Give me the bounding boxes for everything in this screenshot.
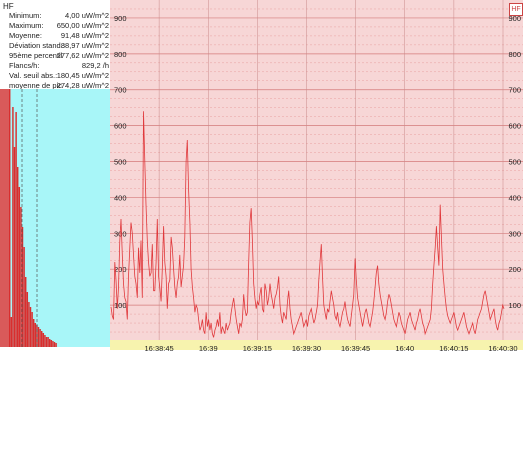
y-tick-labels-right: 100200300400500600700800900 (508, 14, 521, 310)
y-tick-label: 800 (508, 50, 521, 59)
y-tick-label: 800 (114, 50, 127, 59)
stat-label: Moyenne: (9, 31, 42, 40)
y-tick-label: 600 (508, 122, 521, 131)
histogram-panel[interactable] (0, 89, 110, 347)
histogram-bar (55, 343, 57, 347)
stat-value: 91,48 uW/m^2 (60, 31, 109, 40)
y-tick-label: 600 (114, 122, 127, 131)
histogram-bar (44, 335, 46, 347)
histogram-left-strip (0, 89, 9, 347)
histogram-bar (42, 333, 45, 347)
x-tick-label: 16:39 (199, 344, 218, 353)
hf-badge[interactable]: HF (509, 3, 523, 16)
histogram-bar (10, 317, 13, 347)
histogram-bar (20, 207, 22, 347)
histogram-bar (25, 277, 27, 347)
y-tick-label: 700 (508, 86, 521, 95)
y-tick-label: 400 (114, 193, 127, 202)
histogram-bar (29, 307, 32, 347)
hf-time-chart[interactable]: 100 200 300 400 500 600 700 800 900 100 200 300 400… (110, 0, 523, 350)
y-tick-label: 200 (508, 265, 521, 274)
histogram-bar (37, 327, 40, 347)
stat-label: Déviation stand.: (9, 41, 65, 50)
histogram-bar (45, 337, 48, 347)
histogram-bar (33, 319, 35, 347)
y-tick-label: 400 (508, 193, 521, 202)
panel-title: HF (3, 2, 14, 11)
histogram-bar (53, 342, 56, 347)
y-tick-labels-left: 100200300400500600700800900 (114, 14, 127, 310)
histogram-bar (9, 89, 11, 347)
stat-std-dev: Déviation stand.: 88,97 uW/m^2 (9, 41, 109, 51)
stat-value: 277,62 uW/m^2 (56, 51, 109, 60)
stat-95th-percentile: 95ème percentil 277,62 uW/m^2 (9, 51, 109, 61)
histogram-bar (26, 292, 29, 347)
x-tick-label: 16:40 (395, 344, 414, 353)
y-tick-label: 100 (114, 301, 127, 310)
x-tick-label: 16:38:45 (145, 344, 174, 353)
stat-value: 829,2 /h (81, 61, 109, 70)
x-tick-label: 16:39:30 (292, 344, 321, 353)
histogram-bar (31, 312, 33, 347)
histogram-bar (18, 187, 21, 347)
histogram-bar (12, 107, 14, 347)
x-tick-label: 16:40:30 (488, 344, 517, 353)
stat-threshold: Val. seuil abs.: 180,45 uW/m^2 (9, 71, 109, 81)
y-tick-label: 700 (114, 86, 127, 95)
stat-label: Flancs/h: (9, 61, 40, 70)
y-tick-label: 100 (508, 301, 521, 310)
histogram-bar (15, 112, 17, 347)
time-axis-bar: 16:38:45 16:39 16:39:15 16:39:30 16:39:45 16:… (110, 340, 523, 353)
histogram-bar (28, 302, 30, 347)
histogram-bar (47, 337, 49, 347)
y-tick-label: 300 (508, 229, 521, 238)
histogram-bar (23, 247, 25, 347)
histogram-bar (50, 340, 53, 347)
y-tick-label: 900 (114, 14, 127, 23)
histogram-bar (39, 329, 41, 347)
histogram-svg (9, 89, 57, 347)
stat-mean: Moyenne: 91,48 uW/m^2 (9, 31, 109, 41)
histogram-bar (52, 341, 54, 347)
histogram-bar (17, 167, 19, 347)
histogram-bar (13, 147, 16, 347)
y-tick-label: 500 (508, 158, 521, 167)
hf-analysis-view: 100 200 300 400 500 600 700 800 900 100 200 300 400… (0, 0, 523, 353)
stat-edges-per-hour: Flancs/h: 829,2 /h (9, 61, 109, 71)
histogram-bar (49, 339, 51, 347)
stat-label: Val. seuil abs.: (9, 71, 58, 80)
x-tick-label: 16:40:15 (439, 344, 468, 353)
stat-value: 4,00 uW/m^2 (65, 11, 109, 20)
stat-value: 180,45 uW/m^2 (56, 71, 109, 80)
stat-label: Minimum: (9, 11, 42, 20)
histogram-bar (41, 331, 43, 347)
histogram-bar (34, 323, 37, 347)
x-tick-label: 16:39:45 (341, 344, 370, 353)
chart-svg[interactable]: 100200300400500600700800900 100200300400… (110, 0, 523, 350)
x-tick-labels: 16:38:45 16:39 16:39:15 16:39:30 16:39:45 16:… (145, 344, 518, 353)
stats-panel: HF Minimum: 4,00 uW/m^2 Maximum: 650,00 … (0, 0, 110, 92)
plot-background (110, 0, 523, 350)
x-tick-label: 16:39:15 (243, 344, 272, 353)
stat-minimum: Minimum: 4,00 uW/m^2 (9, 11, 109, 21)
stat-label: Maximum: (9, 21, 44, 30)
stat-label: 95ème percentil (9, 51, 63, 60)
y-tick-label: 500 (114, 158, 127, 167)
stat-value: 88,97 uW/m^2 (60, 41, 109, 50)
stat-maximum: Maximum: 650,00 uW/m^2 (9, 21, 109, 31)
stat-value: 650,00 uW/m^2 (56, 21, 109, 30)
